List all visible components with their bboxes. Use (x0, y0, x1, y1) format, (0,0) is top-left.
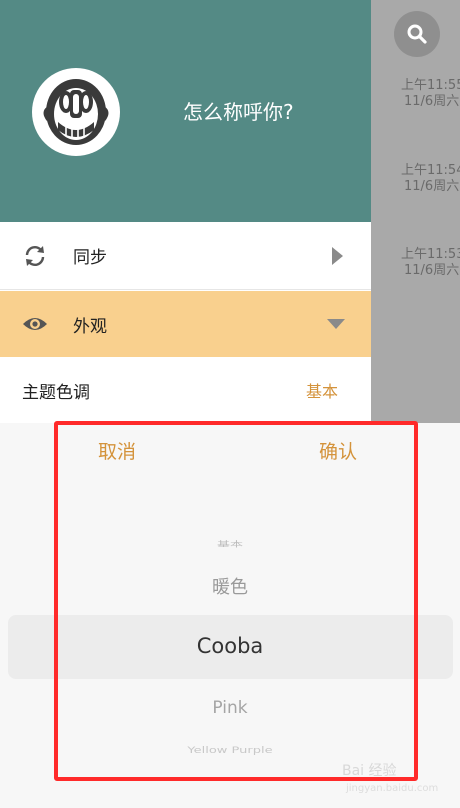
confirm-button[interactable]: 确认 (319, 437, 357, 464)
item-date: 11/6周六 (404, 263, 460, 278)
item-time: 上午11:54 (401, 163, 460, 178)
picker-option[interactable]: Pink (0, 698, 460, 718)
sync-icon (22, 243, 48, 269)
item-date: 11/6周六 (404, 179, 460, 194)
watermark-url: jingyan.baidu.com (346, 783, 439, 794)
watermark: Bai 经验 (342, 763, 397, 779)
eye-icon (22, 311, 48, 337)
list-item[interactable]: 上午11:53 11/6周六 (401, 247, 460, 279)
list-item[interactable]: 上午11:54 11/6周六 (401, 163, 460, 195)
sidebar-item-theme[interactable]: 主题色调 基本 (0, 357, 371, 423)
sidebar-item-appearance[interactable]: 外观 (0, 291, 371, 357)
picker-option-selected[interactable]: Cooba (0, 634, 460, 658)
chevron-down-icon (327, 319, 345, 329)
search-icon (407, 24, 427, 44)
theme-picker-sheet: 取消 确认 基本 暖色 Cooba Pink Yellow Purple (0, 423, 460, 808)
picker-option[interactable]: 暖色 (0, 573, 460, 599)
search-button[interactable] (394, 11, 440, 57)
item-date: 11/6周六 (404, 94, 460, 109)
picker-option[interactable]: Yellow Purple (0, 745, 460, 756)
chevron-right-icon (332, 246, 343, 265)
item-time: 上午11:55 (401, 78, 460, 93)
background-note-list: 上午11:55 11/6周六 上午11:54 11/6周六 上午11:53 11… (371, 0, 460, 423)
theme-label: 主题色调 (22, 382, 90, 403)
username-prompt[interactable]: 怎么称呼你? (183, 96, 294, 125)
navigation-drawer: 怎么称呼你? 同步 外观 主题色调 基本 (0, 0, 371, 423)
avatar[interactable] (32, 68, 120, 156)
cancel-button[interactable]: 取消 (98, 437, 136, 464)
app-screen: 上午11:55 11/6周六 上午11:54 11/6周六 上午11:53 11… (0, 0, 460, 808)
sidebar-item-label: 外观 (73, 316, 107, 337)
item-time: 上午11:53 (401, 247, 460, 262)
list-item[interactable]: 上午11:55 11/6周六 (401, 78, 460, 110)
sidebar-item-label: 同步 (73, 248, 107, 268)
drawer-header: 怎么称呼你? (0, 0, 371, 222)
theme-value: 基本 (305, 382, 338, 401)
avatar-mask-icon (43, 79, 109, 145)
picker-option[interactable]: 基本 (0, 538, 460, 548)
sidebar-item-sync[interactable]: 同步 (0, 222, 371, 290)
